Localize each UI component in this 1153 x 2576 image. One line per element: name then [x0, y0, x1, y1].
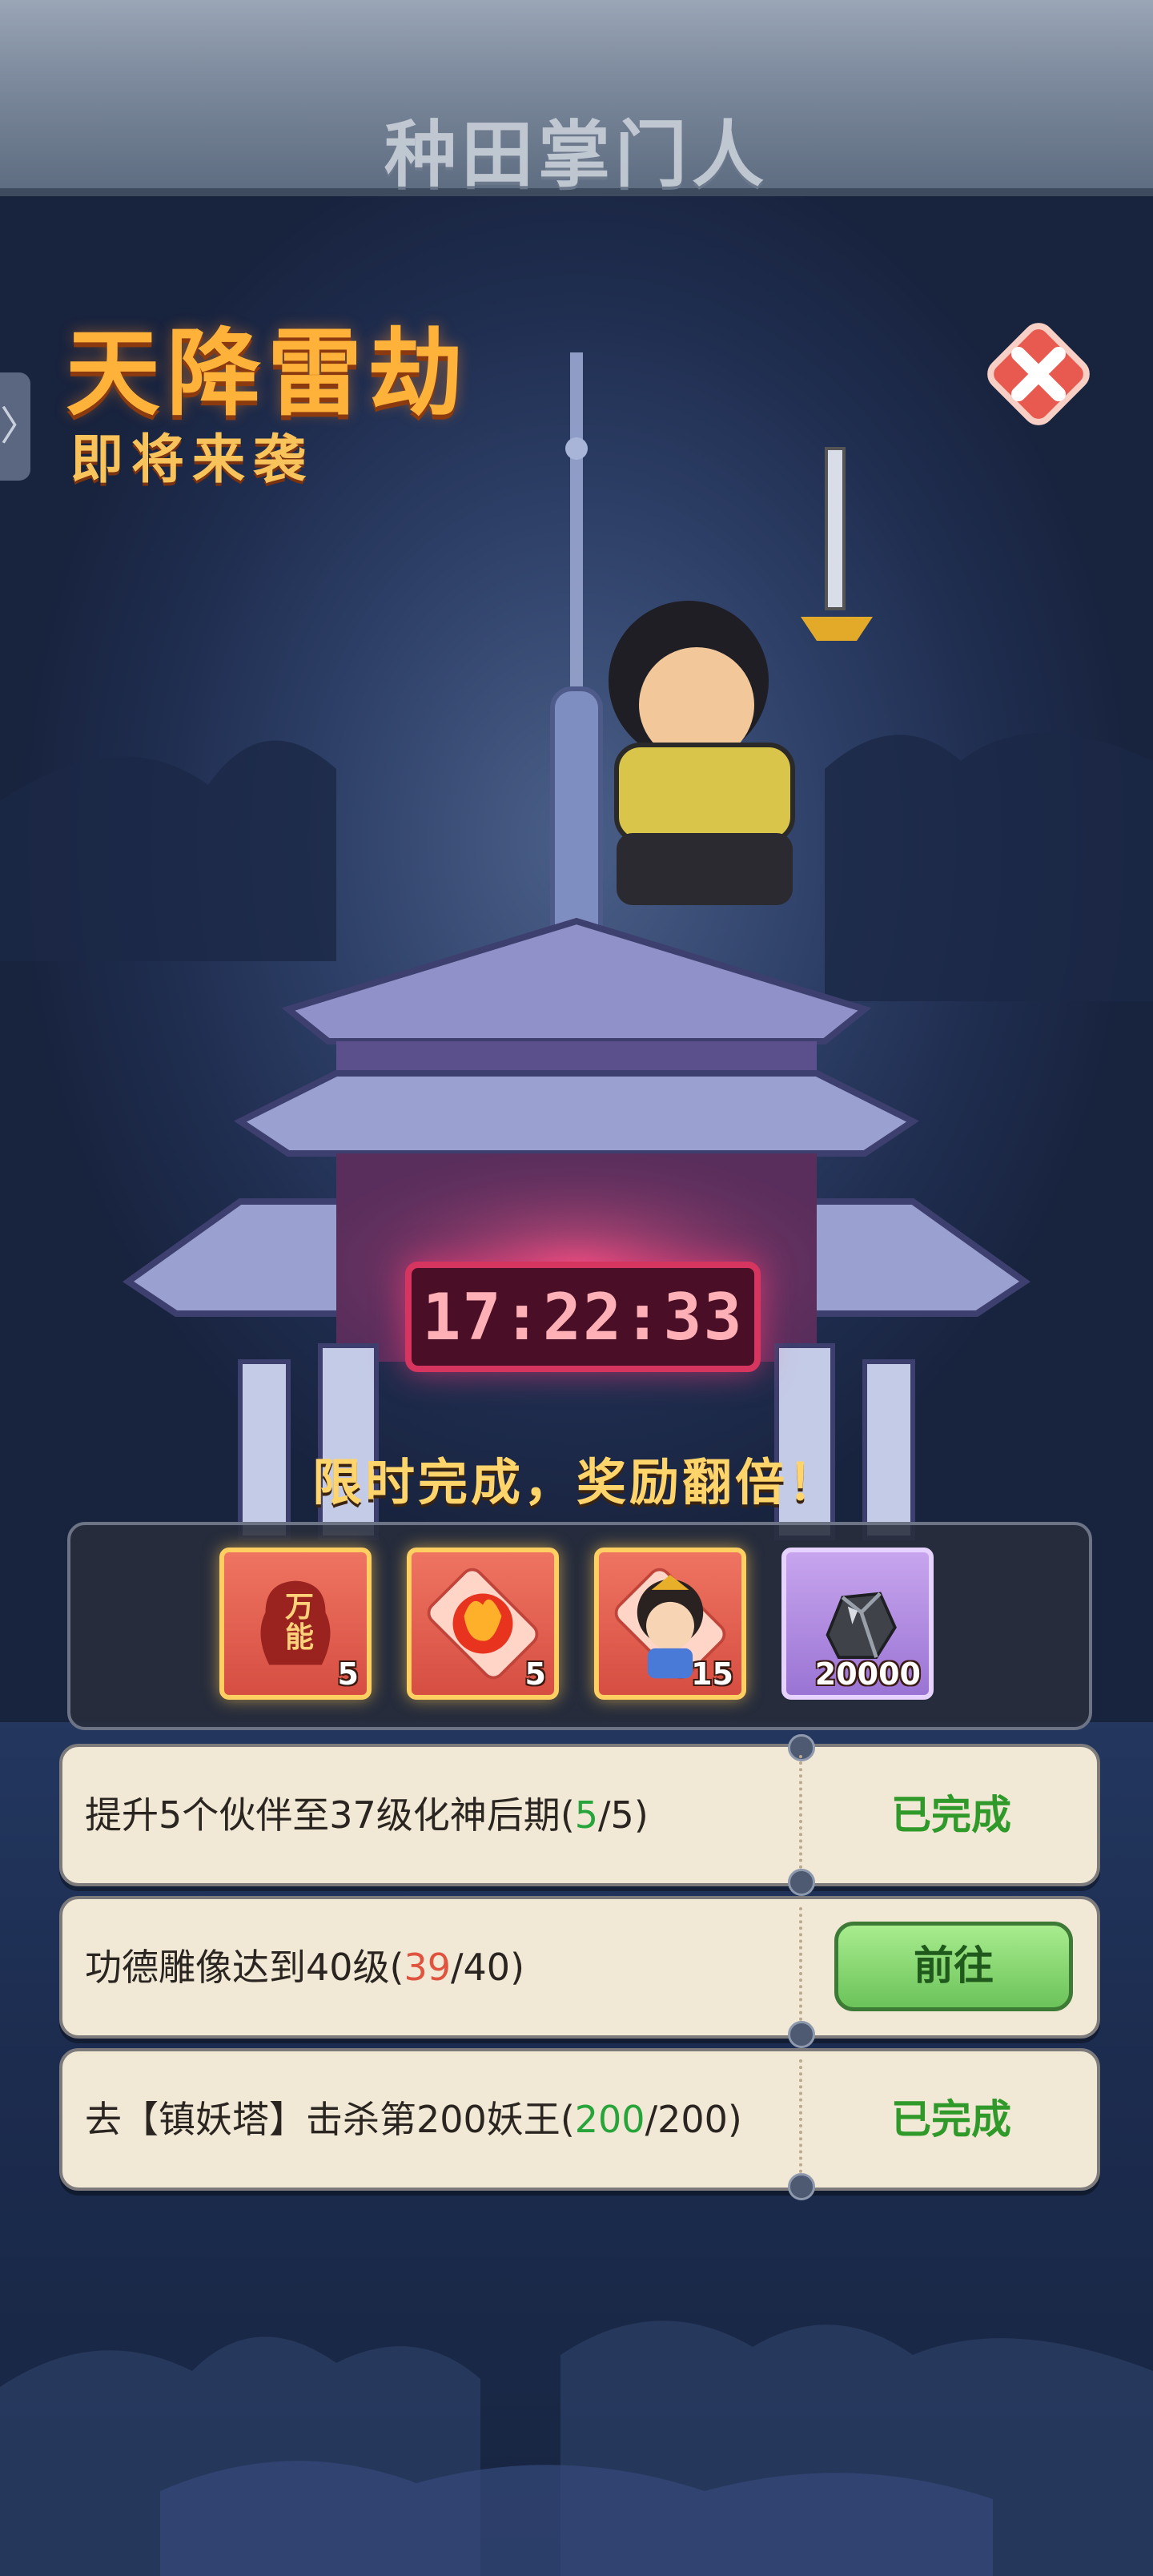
countdown-timer: 17:22:33 [405, 1262, 761, 1372]
event-subtitle: 即将来袭 [70, 428, 314, 490]
task-status-done: 已完成 [891, 1792, 1011, 1838]
reward-item[interactable]: 15 [594, 1548, 746, 1700]
header-band: 种田掌门人 [0, 0, 1153, 197]
task-status-done: 已完成 [891, 2096, 1011, 2143]
close-button[interactable] [978, 314, 1099, 434]
task-row: 去【镇妖塔】击杀第200妖王(200/200) 已完成 [59, 2048, 1100, 2200]
task-progress-current: 5 [574, 1793, 599, 1837]
task-progress-target: /5 [598, 1793, 634, 1837]
reward-panel: 万能 5 5 15 20000 [67, 1522, 1092, 1730]
double-reward-hint: 限时完成，奖励翻倍！ [311, 1453, 841, 1511]
task-divider [799, 2059, 802, 2180]
task-progress-current: 200 [574, 2098, 645, 2141]
reward-count: 5 [524, 1656, 546, 1692]
task-description: 功德雕像达到40级(39/40) [85, 1946, 525, 1989]
task-progress-current: 39 [404, 1946, 452, 1989]
task-divider [799, 1907, 802, 2027]
game-logo: 种田掌门人 [384, 112, 769, 197]
task-description: 去【镇妖塔】击杀第200妖王(200/200) [85, 2098, 742, 2141]
reward-count: 15 [691, 1656, 733, 1692]
reward-count: 5 [337, 1656, 359, 1692]
task-row: 提升5个伙伴至37级化神后期(5/5) 已完成 [59, 1734, 1100, 1896]
close-icon [987, 323, 1090, 425]
task-divider [799, 1755, 802, 1875]
reward-item[interactable]: 20000 [781, 1548, 934, 1700]
task-description: 提升5个伙伴至37级化神后期(5/5) [85, 1793, 649, 1837]
event-title: 天降雷劫 [66, 317, 470, 429]
go-button[interactable]: 前往 [834, 1922, 1073, 2011]
cloud-decoration [0, 2320, 1153, 2576]
countdown-value: 17:22:33 [422, 1279, 744, 1354]
task-progress-target: /40 [451, 1946, 511, 1989]
task-row: 功德雕像达到40级(39/40) 前往 [59, 1896, 1100, 2048]
reward-count: 20000 [814, 1656, 921, 1692]
reward-label: 万能 [284, 1591, 314, 1654]
task-progress-target: /200 [645, 2098, 728, 2141]
reward-item[interactable]: 万能 5 [219, 1548, 372, 1700]
task-knob [788, 2021, 815, 2048]
reward-item[interactable]: 5 [407, 1548, 559, 1700]
task-knob [788, 2173, 815, 2200]
task-knob [788, 1869, 815, 1896]
